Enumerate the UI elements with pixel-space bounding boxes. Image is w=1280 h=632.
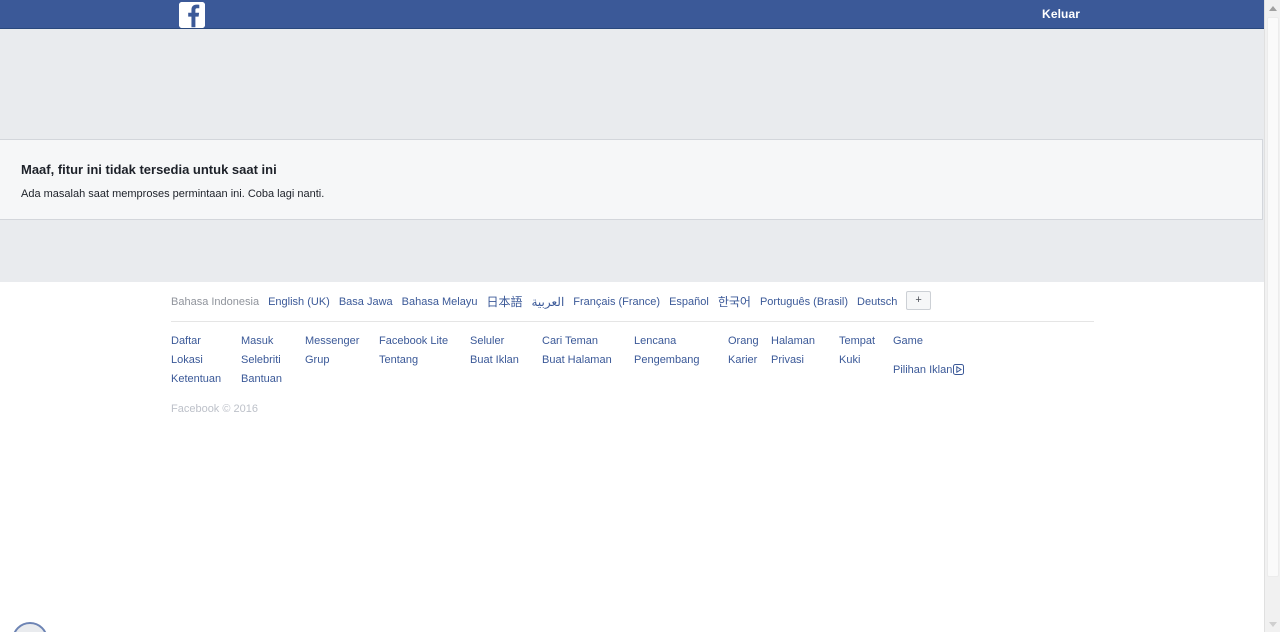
- footer-link-column-0: Daftar Lokasi Ketentuan: [171, 332, 221, 389]
- vertical-scrollbar[interactable]: [1264, 0, 1280, 632]
- language-link-10[interactable]: Deutsch: [857, 293, 897, 311]
- footer-link-cari-teman[interactable]: Cari Teman: [542, 332, 612, 351]
- footer-link-pilihan-iklan[interactable]: Pilihan Iklan: [893, 361, 965, 382]
- language-link-3[interactable]: Bahasa Melayu: [402, 293, 478, 311]
- footer-link-column-9: Tempat Kuki: [839, 332, 875, 370]
- footer-link-halaman[interactable]: Halaman: [771, 332, 815, 351]
- footer-link-column-6: Lencana Pengembang: [634, 332, 699, 370]
- footer-link-selebriti[interactable]: Selebriti: [241, 351, 282, 370]
- page-root: Keluar Maaf, fitur ini tidak tersedia un…: [0, 0, 1264, 632]
- language-link-0: Bahasa Indonesia: [171, 295, 260, 308]
- footer-link-column-3: Facebook Lite Tentang: [379, 332, 448, 370]
- copyright-notice: Facebook © 2016: [171, 403, 258, 415]
- scroll-down-arrow-icon[interactable]: [1265, 616, 1280, 632]
- footer-link-tentang[interactable]: Tentang: [379, 351, 448, 370]
- error-panel: Maaf, fitur ini tidak tersedia untuk saa…: [0, 139, 1263, 220]
- language-link-2[interactable]: Basa Jawa: [339, 293, 393, 311]
- error-message: Ada masalah saat memproses permintaan in…: [21, 188, 325, 200]
- footer-link-column-2: Messenger Grup: [305, 332, 359, 370]
- footer-link-grup[interactable]: Grup: [305, 351, 359, 370]
- more-languages-button[interactable]: +: [906, 291, 931, 310]
- adchoices-label: Pilihan Iklan: [893, 364, 953, 376]
- chat-bubble-icon[interactable]: [12, 622, 48, 632]
- footer-link-lencana[interactable]: Lencana: [634, 332, 699, 351]
- error-title: Maaf, fitur ini tidak tersedia untuk saa…: [21, 162, 277, 177]
- footer-link-column-8: Halaman Privasi: [771, 332, 815, 370]
- scroll-up-arrow-icon[interactable]: [1265, 0, 1280, 16]
- site-footer: Bahasa Indonesia English (UK) Basa Jawa Bah…: [0, 282, 1264, 394]
- footer-link-lokasi[interactable]: Lokasi: [171, 351, 221, 370]
- footer-link-orang[interactable]: Orang: [728, 332, 759, 351]
- footer-link-tempat[interactable]: Tempat: [839, 332, 875, 351]
- footer-link-karier[interactable]: Karier: [728, 351, 759, 370]
- language-link-4[interactable]: 日本語: [486, 293, 522, 311]
- footer-link-ketentuan[interactable]: Ketentuan: [171, 370, 221, 389]
- footer-link-daftar[interactable]: Daftar: [171, 332, 221, 351]
- footer-link-buat-halaman[interactable]: Buat Halaman: [542, 351, 612, 370]
- language-link-1[interactable]: English (UK): [268, 293, 330, 311]
- footer-link-column-7: Orang Karier: [728, 332, 759, 370]
- language-link-9[interactable]: Português (Brasil): [760, 293, 848, 311]
- scrollbar-thumb[interactable]: [1267, 17, 1279, 577]
- footer-link-masuk[interactable]: Masuk: [241, 332, 282, 351]
- language-link-5[interactable]: العربية: [531, 293, 564, 311]
- adchoices-triangle-icon: [953, 363, 965, 382]
- footer-link-pengembang[interactable]: Pengembang: [634, 351, 699, 370]
- footer-link-game[interactable]: Game: [893, 332, 923, 351]
- language-link-8[interactable]: 한국어: [718, 293, 751, 311]
- footer-link-privasi[interactable]: Privasi: [771, 351, 815, 370]
- footer-link-column-5: Cari Teman Buat Halaman: [542, 332, 612, 370]
- logout-button[interactable]: Keluar: [1042, 7, 1080, 21]
- footer-link-column-4: Seluler Buat Iklan: [470, 332, 519, 370]
- content-background: Maaf, fitur ini tidak tersedia untuk saa…: [0, 29, 1264, 282]
- footer-link-kuki[interactable]: Kuki: [839, 351, 875, 370]
- footer-link-facebook-lite[interactable]: Facebook Lite: [379, 332, 448, 351]
- facebook-logo-icon[interactable]: [179, 2, 205, 28]
- footer-link-column-10: Game: [893, 332, 923, 351]
- footer-link-seluler[interactable]: Seluler: [470, 332, 519, 351]
- language-link-7[interactable]: Español: [669, 293, 709, 311]
- footer-links-grid: Daftar Lokasi Ketentuan Masuk Selebriti Bantu…: [171, 322, 1094, 394]
- footer-link-buat-iklan[interactable]: Buat Iklan: [470, 351, 519, 370]
- language-link-6[interactable]: Français (France): [573, 293, 660, 311]
- footer-link-column-1: Masuk Selebriti Bantuan: [241, 332, 282, 389]
- footer-link-messenger[interactable]: Messenger: [305, 332, 359, 351]
- footer-link-bantuan[interactable]: Bantuan: [241, 370, 282, 389]
- facebook-top-bar: Keluar: [0, 0, 1264, 29]
- language-selector-row: Bahasa Indonesia English (UK) Basa Jawa Bah…: [171, 291, 1094, 322]
